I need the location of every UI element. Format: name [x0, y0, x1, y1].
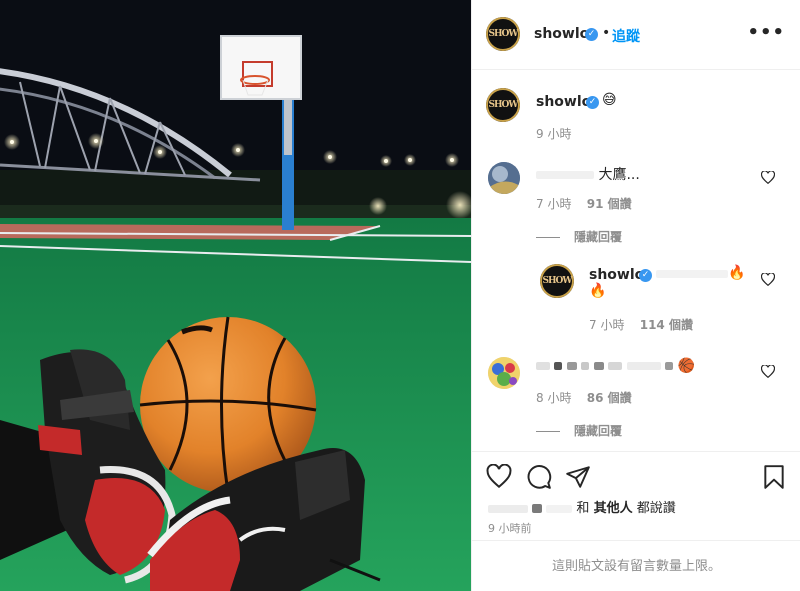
likes-suffix: 都說讚: [636, 501, 676, 516]
comment-time[interactable]: 8 小時: [536, 391, 571, 405]
comment-meta: 8 小時 86 個讚: [536, 389, 632, 406]
hide-replies-button[interactable]: 隱藏回覆: [536, 422, 622, 439]
caption-avatar[interactable]: SHOW: [486, 88, 520, 122]
avatar-text: SHOW: [488, 100, 519, 110]
verified-badge-icon: ✓: [586, 96, 599, 109]
reply-time[interactable]: 7 小時: [589, 318, 624, 332]
comment-text: 🏀: [536, 358, 695, 374]
bookmark-icon[interactable]: [761, 464, 787, 490]
reply-meta: 7 小時 114 個讚: [589, 316, 693, 333]
basketball-court-photo: [0, 0, 471, 591]
reply-avatar[interactable]: SHOW: [540, 264, 574, 298]
comment-text: 大鷹...: [536, 164, 640, 184]
instagram-post: SHOW showlo ✓ • 追蹤 ••• SHOW showlo ✓ 😅 9…: [0, 0, 800, 591]
comment-avatar[interactable]: [488, 162, 520, 194]
reply-heart-icon[interactable]: [761, 273, 775, 286]
separator-dot: •: [602, 25, 611, 41]
comments-limited-notice: 這則貼文設有留言數量上限。: [472, 540, 800, 591]
comment-likes[interactable]: 91 個讚: [587, 197, 632, 211]
caption-time[interactable]: 9 小時: [536, 125, 571, 142]
comment-heart-icon[interactable]: [761, 171, 775, 184]
comment-meta: 7 小時 91 個讚: [536, 195, 632, 212]
post-time[interactable]: 9 小時前: [488, 520, 532, 536]
blurred-block: [593, 362, 604, 370]
likes-summary: 和 其他人 都說讚: [488, 497, 676, 516]
blurred-block: [581, 362, 590, 370]
caption-emoji: 😅: [602, 92, 617, 108]
comment-time[interactable]: 7 小時: [536, 197, 571, 211]
avatar-text: SHOW: [488, 29, 519, 39]
follow-button[interactable]: 追蹤: [612, 26, 640, 46]
verified-badge-icon: ✓: [585, 28, 598, 41]
blurred-mention: [656, 270, 728, 278]
more-options-icon[interactable]: •••: [747, 22, 785, 43]
blurred-block: [665, 362, 674, 370]
replies-line: [536, 237, 560, 238]
blurred-block: [554, 362, 563, 370]
replies-line: [536, 431, 560, 432]
blurred-block: [608, 362, 623, 370]
blurred-liker: [488, 504, 528, 513]
reply-emoji: 🔥: [728, 265, 746, 281]
post-photo[interactable]: [0, 0, 471, 591]
caption-username[interactable]: showlo: [536, 94, 591, 110]
post-side-panel: SHOW showlo ✓ • 追蹤 ••• SHOW showlo ✓ 😅 9…: [471, 0, 800, 591]
comment-avatar-image: [488, 357, 520, 389]
action-bar: [472, 451, 800, 499]
likes-and: 和: [576, 501, 590, 516]
hide-replies-label: 隱藏回覆: [574, 230, 623, 244]
blurred-block: [626, 362, 661, 370]
blurred-liker: [532, 504, 543, 513]
comment-avatar[interactable]: [488, 357, 520, 389]
avatar[interactable]: SHOW: [486, 17, 520, 51]
hide-replies-button[interactable]: 隱藏回覆: [536, 228, 622, 245]
comment-avatar-image: [488, 162, 520, 194]
likes-others-link[interactable]: 其他人: [594, 501, 633, 516]
reply-username[interactable]: showlo: [589, 267, 644, 283]
verified-badge-icon: ✓: [639, 269, 652, 282]
comment-icon[interactable]: [526, 464, 552, 490]
header-username[interactable]: showlo: [534, 26, 589, 42]
share-icon[interactable]: [565, 464, 591, 490]
blurred-liker: [546, 504, 573, 513]
comment-likes[interactable]: 86 個讚: [587, 391, 632, 405]
avatar-text: SHOW: [542, 276, 573, 286]
comment-emoji: 🏀: [677, 358, 696, 374]
hide-replies-label: 隱藏回覆: [574, 424, 623, 438]
reply-likes[interactable]: 114 個讚: [640, 318, 693, 332]
comments-list[interactable]: SHOW showlo ✓ 😅 9 小時 大鷹... 7 小時 91 個讚 隱藏…: [472, 71, 800, 451]
heart-icon[interactable]: [486, 464, 512, 490]
comment-body: 大鷹...: [598, 167, 640, 183]
blurred-username: [536, 171, 594, 179]
post-header: SHOW showlo ✓ • 追蹤 •••: [472, 0, 800, 70]
reply-emoji-2: 🔥: [589, 283, 607, 299]
blurred-block: [566, 362, 577, 370]
comment-heart-icon[interactable]: [761, 365, 775, 378]
blurred-username: [536, 362, 550, 370]
